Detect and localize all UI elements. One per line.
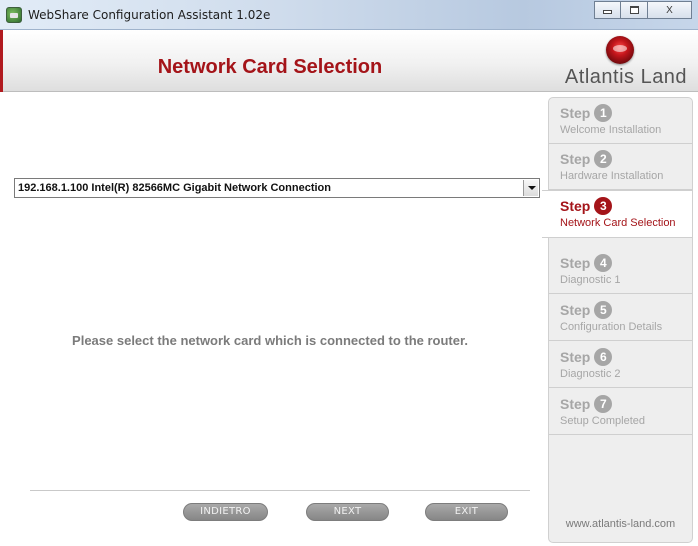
step-number-icon: 3 xyxy=(594,197,613,215)
next-button[interactable]: NEXT xyxy=(306,503,389,521)
step-6: Step 6 Diagnostic 2 xyxy=(549,342,692,388)
minimize-icon xyxy=(603,9,612,14)
steps-sidebar: Step 1 Welcome Installation Step 2 Hardwar… xyxy=(542,97,693,543)
step-word: Step xyxy=(560,198,591,214)
step-word: Step xyxy=(560,396,591,412)
step-number-icon: 7 xyxy=(594,395,613,413)
footer-divider xyxy=(30,490,530,491)
page-title: Network Card Selection xyxy=(157,56,383,78)
step-label: Diagnostic 1 xyxy=(560,274,621,286)
step-label: Welcome Installation xyxy=(560,124,662,136)
step-label: Diagnostic 2 xyxy=(560,368,621,380)
step-3-active: Step 3 Network Card Selection xyxy=(542,190,692,238)
step-7: Step 7 Setup Completed xyxy=(549,389,692,435)
network-card-value: 192.168.1.100 Intel(R) 82566MC Gigabit N… xyxy=(18,182,331,194)
maximize-button[interactable] xyxy=(621,1,648,19)
window-title-bar: WebShare Configuration Assistant 1.02e X xyxy=(0,0,698,30)
step-number-icon: 5 xyxy=(594,301,613,319)
step-word: Step xyxy=(560,302,591,318)
back-button[interactable]: INDIETRO xyxy=(183,503,268,521)
exit-button[interactable]: EXIT xyxy=(425,503,508,521)
step-label: Setup Completed xyxy=(560,415,645,427)
step-word: Step xyxy=(560,349,591,365)
step-2: Step 2 Hardware Installation xyxy=(549,144,692,190)
step-word: Step xyxy=(560,105,591,121)
step-number-icon: 4 xyxy=(594,254,613,272)
step-1: Step 1 Welcome Installation xyxy=(549,98,692,144)
window-controls: X xyxy=(594,1,692,19)
step-label: Network Card Selection xyxy=(560,217,676,229)
step-word: Step xyxy=(560,151,591,167)
maximize-icon xyxy=(629,6,639,14)
website-link[interactable]: www.atlantis-land.com xyxy=(549,518,692,530)
step-number-icon: 6 xyxy=(594,348,613,366)
instruction-text: Please select the network card which is … xyxy=(72,333,468,348)
brand-name: Atlantis Land xyxy=(564,66,688,88)
step-label: Hardware Installation xyxy=(560,170,664,182)
close-icon: X xyxy=(666,4,673,16)
step-word: Step xyxy=(560,255,591,271)
step-label: Configuration Details xyxy=(560,321,663,333)
atlantis-logo-icon xyxy=(606,36,634,64)
step-number-icon: 1 xyxy=(594,104,613,122)
close-button[interactable]: X xyxy=(648,1,692,19)
network-card-select[interactable]: 192.168.1.100 Intel(R) 82566MC Gigabit N… xyxy=(14,178,540,198)
app-icon xyxy=(6,7,22,23)
step-number-icon: 2 xyxy=(594,150,613,168)
step-5: Step 5 Configuration Details xyxy=(549,295,692,341)
dropdown-arrow-icon[interactable] xyxy=(523,180,538,196)
minimize-button[interactable] xyxy=(594,1,621,19)
window-title: WebShare Configuration Assistant 1.02e xyxy=(28,8,271,22)
step-4: Step 4 Diagnostic 1 xyxy=(549,248,692,294)
